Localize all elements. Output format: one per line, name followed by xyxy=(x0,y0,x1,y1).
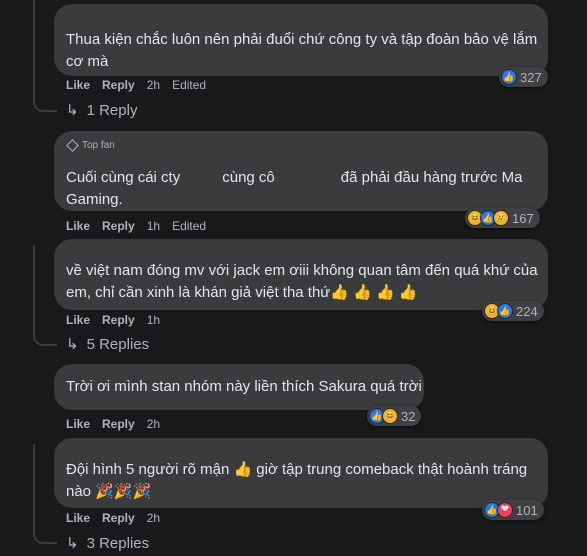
comment-bubble: Đội hình 5 người rõ mận 👍 giờ tập trung … xyxy=(54,438,548,508)
reaction-count: 101 xyxy=(516,502,538,518)
comment-text: nào 🎉🎉🎉 xyxy=(66,483,152,500)
like-button[interactable]: Like xyxy=(66,417,90,431)
comment-actions: Like Reply 1h Edited xyxy=(66,219,206,233)
comment-bubble: về việt nam đóng mv với jack em ơiii khô… xyxy=(54,239,548,310)
reply-button[interactable]: Reply xyxy=(102,313,135,327)
reaction-summary[interactable]: 😆 👍 224 xyxy=(482,301,544,321)
like-reaction-icon: 👍 xyxy=(497,303,513,319)
reply-button[interactable]: Reply xyxy=(102,78,135,92)
reaction-summary[interactable]: 👍 😆 32 xyxy=(367,406,422,426)
reply-button[interactable]: Reply xyxy=(102,511,135,525)
comment-actions: Like Reply 2h Edited xyxy=(66,78,206,92)
thread-curve xyxy=(33,528,57,544)
comment-text: Trời ơi mình stan nhóm này liền thích Sa… xyxy=(66,378,422,395)
comment-text: cơ mà xyxy=(66,53,109,70)
edited-label[interactable]: Edited xyxy=(172,219,206,233)
comment-text: Gaming. xyxy=(66,191,123,208)
replies-count: 1 Reply xyxy=(86,101,138,119)
comment-text: Cuối cùng cái cty cùng cô đã phải đầu hàng… xyxy=(66,167,536,189)
comment-text-part: đã phải đầu hàng trước Ma xyxy=(340,169,523,186)
top-fan-badge: Top fan xyxy=(66,139,115,152)
comment-bubble: Top fan Cuối cùng cái cty cùng cô đã phải … xyxy=(54,131,548,211)
comment-bubble: Trời ơi mình stan nhóm này liền thích Sa… xyxy=(54,364,424,410)
timestamp[interactable]: 2h xyxy=(147,511,160,525)
view-replies-link[interactable]: ↳ 3 Replies xyxy=(66,534,150,553)
thread-line xyxy=(33,245,35,338)
thread-curve xyxy=(33,96,57,112)
sad-reaction-icon: 😢 xyxy=(493,210,509,226)
replies-count: 5 Replies xyxy=(86,335,150,353)
reply-button[interactable]: Reply xyxy=(102,219,135,233)
reaction-summary[interactable]: 👍 327 xyxy=(499,67,548,87)
comment-actions: Like Reply 2h xyxy=(66,417,160,431)
reaction-summary[interactable]: 👍 ❤ 101 xyxy=(482,500,544,520)
view-replies-link[interactable]: ↳ 1 Reply xyxy=(66,101,138,120)
timestamp[interactable]: 2h xyxy=(147,78,160,92)
comment-text: về việt nam đóng mv với jack em ơiii khô… xyxy=(66,262,538,279)
like-button[interactable]: Like xyxy=(66,313,90,327)
reaction-count: 327 xyxy=(520,69,542,85)
thread-curve xyxy=(33,330,57,346)
reaction-summary[interactable]: 😆 👍 😢 167 xyxy=(465,208,540,228)
comment-text: Thua kiện chắc luôn nên phải đuổi chứ cô… xyxy=(66,31,538,48)
view-replies-link[interactable]: ↳ 5 Replies xyxy=(66,335,150,354)
haha-reaction-icon: 😆 xyxy=(382,408,398,424)
comment-text: em, chỉ cần xinh là khán giả việt tha th… xyxy=(66,284,418,301)
comment-text-part: cùng cô xyxy=(222,169,275,186)
comment-text: Đội hình 5 người rõ mận 👍 giờ tập trung … xyxy=(66,461,528,478)
comment-bubble: Thua kiện chắc luôn nên phải đuổi chứ cô… xyxy=(54,4,548,76)
reaction-count: 32 xyxy=(401,408,416,424)
reply-arrow-icon: ↳ xyxy=(66,102,79,119)
replies-count: 3 Replies xyxy=(86,534,150,552)
thread-line xyxy=(33,444,35,536)
like-button[interactable]: Like xyxy=(66,511,90,525)
timestamp[interactable]: 1h xyxy=(147,313,160,327)
redacted-area xyxy=(274,171,341,186)
reaction-count: 167 xyxy=(512,210,534,226)
redacted-area xyxy=(180,171,223,186)
diamond-icon xyxy=(66,139,79,152)
love-reaction-icon: ❤ xyxy=(497,502,513,518)
like-button[interactable]: Like xyxy=(66,219,90,233)
comment-text-part: Cuối cùng cái cty xyxy=(66,169,181,186)
timestamp[interactable]: 1h xyxy=(147,219,160,233)
like-reaction-icon: 👍 xyxy=(501,69,517,85)
reply-button[interactable]: Reply xyxy=(102,417,135,431)
reaction-count: 224 xyxy=(516,303,538,319)
like-button[interactable]: Like xyxy=(66,78,90,92)
reply-arrow-icon: ↳ xyxy=(66,535,79,552)
reply-arrow-icon: ↳ xyxy=(66,336,79,353)
thread-line xyxy=(33,0,35,104)
comment-actions: Like Reply 1h xyxy=(66,313,160,327)
comment-actions: Like Reply 2h xyxy=(66,511,160,525)
badge-label: Top fan xyxy=(82,140,115,151)
edited-label[interactable]: Edited xyxy=(172,78,206,92)
timestamp[interactable]: 2h xyxy=(147,417,160,431)
